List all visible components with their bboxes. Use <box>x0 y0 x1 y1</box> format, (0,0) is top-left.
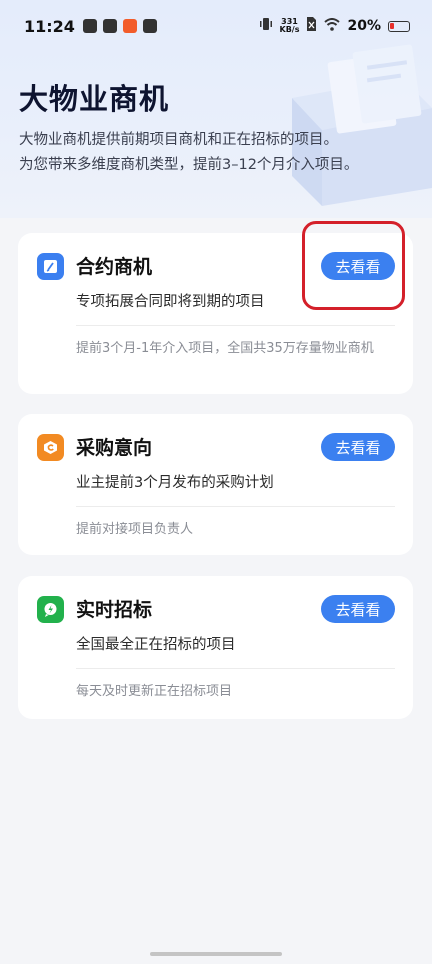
card-procurement-intent: 采购意向 去看看 业主提前3个月发布的采购计划 提前对接项目负责人 <box>18 414 413 555</box>
battery-percent: 20% <box>347 18 381 34</box>
view-button[interactable]: 去看看 <box>321 433 395 461</box>
card-note: 提前3个月-1年介入项目，全国共35万存量物业商机 <box>76 341 374 356</box>
card-subtitle: 全国最全正在招标的项目 <box>76 637 236 653</box>
page-title: 大物业商机 <box>19 82 170 116</box>
app-notification-icon <box>102 19 117 33</box>
status-bar: 11:24 331 KB/s 20% <box>0 0 432 52</box>
battery-icon <box>388 20 410 32</box>
card-subtitle: 专项拓展合同即将到期的项目 <box>76 294 265 310</box>
app-notification-icon-2 <box>142 19 157 33</box>
view-button[interactable]: 去看看 <box>321 595 395 623</box>
wifi-icon <box>324 17 341 35</box>
divider <box>76 668 395 669</box>
card-title: 实时招标 <box>76 599 153 621</box>
card-title: 采购意向 <box>76 437 153 459</box>
contract-icon <box>37 253 64 280</box>
home-indicator[interactable] <box>150 952 282 956</box>
divider <box>76 325 395 326</box>
network-speed: 331 KB/s <box>279 17 300 34</box>
card-note: 提前对接项目负责人 <box>76 522 194 537</box>
document-box-illustration <box>292 44 432 206</box>
bidding-icon <box>37 596 64 623</box>
vibrate-icon <box>259 17 273 35</box>
highlight-annotation <box>302 221 405 310</box>
status-time: 11:24 <box>24 16 75 36</box>
no-sim-icon <box>306 17 317 35</box>
procurement-icon <box>37 434 64 461</box>
card-note: 每天及时更新正在招标项目 <box>76 684 233 699</box>
page-description: 大物业商机提供前期项目商机和正在招标的项目。 为您带来多维度商机类型，提前3–1… <box>19 132 359 173</box>
card-title: 合约商机 <box>76 256 153 278</box>
divider <box>76 506 395 507</box>
app-notification-red-icon <box>122 19 137 33</box>
card-subtitle: 业主提前3个月发布的采购计划 <box>76 475 274 491</box>
card-realtime-bidding: 实时招标 去看看 全国最全正在招标的项目 每天及时更新正在招标项目 <box>18 576 413 719</box>
sim-icon <box>82 19 97 33</box>
